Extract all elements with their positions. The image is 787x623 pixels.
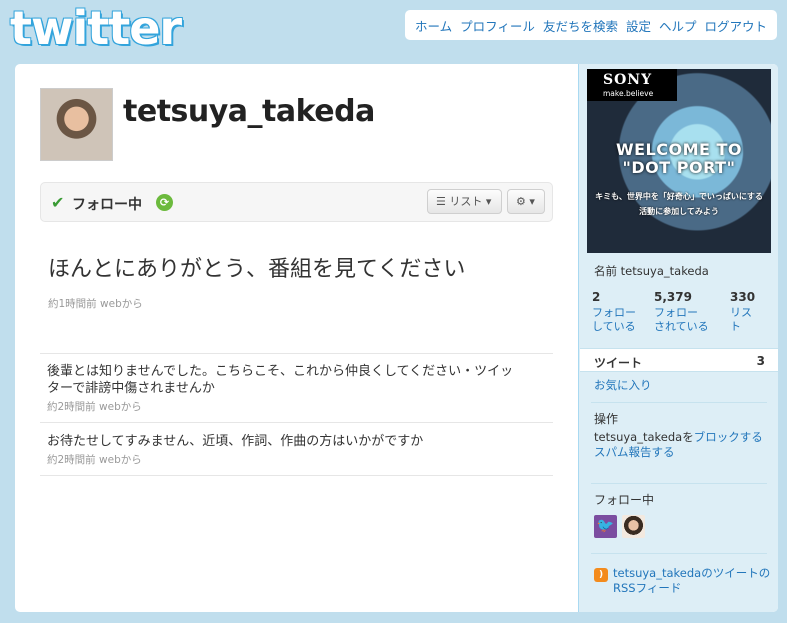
list-button-label: リスト: [449, 195, 483, 208]
profile-sidebar: SONY make.believe WELCOME TO "DOT PORT" …: [578, 64, 778, 612]
tweet-text: 後輩とは知りませんでした。こちらこそ、これから仲良くしてください・ツイッターで誹…: [47, 364, 514, 396]
stat-followers[interactable]: 5,379 フォロー されている: [654, 290, 712, 334]
list-icon: ☰: [436, 195, 446, 208]
ad-headline: WELCOME TO "DOT PORT": [587, 141, 771, 177]
favorites-link[interactable]: お気に入り: [594, 377, 652, 393]
ad-tagline: make.believe: [603, 89, 654, 98]
profile-avatar[interactable]: [40, 88, 113, 161]
stat-following[interactable]: 2 フォロー している: [592, 290, 636, 334]
main-container: tetsuya_takeda ✔ フォロー中 ⟳ ☰ リスト ▾ ⚙ ▾ ほんと…: [15, 64, 778, 612]
nav-logout[interactable]: ログアウト: [700, 16, 771, 35]
stat-label: フォロー している: [592, 306, 636, 333]
chevron-down-icon: ▾: [485, 195, 492, 208]
tweet-text: ほんとにありがとう、番組を見てください: [48, 257, 466, 282]
divider: [40, 353, 553, 354]
rss-icon[interactable]: ): [594, 568, 608, 582]
report-spam-link[interactable]: スパム報告する: [594, 445, 675, 459]
nav-help[interactable]: ヘルプ: [655, 16, 701, 35]
tweet-meta[interactable]: 約2時間前 webから: [47, 452, 517, 467]
tweets-label: ツイート: [594, 356, 643, 370]
actions-text: tetsuya_takedaを: [594, 430, 694, 444]
stat-number: 330: [730, 290, 756, 304]
ad-headline-line-2: "DOT PORT": [622, 158, 736, 177]
nav-find-people[interactable]: 友だちを検索: [539, 16, 622, 35]
divider: [591, 553, 767, 554]
profile-screen-name: tetsuya_takeda: [123, 94, 375, 129]
top-navigation: ホーム プロフィール 友だちを検索 設定 ヘルプ ログアウト: [405, 10, 777, 40]
divider: [591, 483, 767, 484]
stat-lists[interactable]: 330 リスト: [730, 290, 760, 334]
nav-profile[interactable]: プロフィール: [456, 16, 539, 35]
rss-feed-link[interactable]: tetsuya_takedaのツイートのRSSフィード: [613, 566, 773, 596]
tweet-meta[interactable]: 約1時間前 webから: [48, 296, 508, 311]
actions-heading: 操作: [594, 412, 619, 426]
following-heading: フォロー中: [594, 493, 655, 507]
sony-advertisement[interactable]: SONY make.believe WELCOME TO "DOT PORT" …: [587, 69, 771, 253]
nav-settings[interactable]: 設定: [622, 16, 655, 35]
actions-block: tetsuya_takedaをブロックする スパム報告する: [594, 430, 769, 460]
bird-avatar-icon[interactable]: 🐦: [594, 515, 617, 538]
chevron-down-icon: ▾: [529, 195, 535, 208]
latest-tweet: ほんとにありがとう、番組を見てください 約1時間前 webから: [48, 256, 508, 311]
list-button[interactable]: ☰ リスト ▾: [427, 189, 502, 214]
stat-number: 5,379: [654, 290, 692, 304]
check-icon: ✔: [51, 193, 65, 212]
stat-number: 2: [592, 290, 601, 304]
follow-status-bar: ✔ フォロー中 ⟳ ☰ リスト ▾ ⚙ ▾: [40, 182, 553, 222]
ad-copy-line-1: キミも、世界中を「好奇心」でいっぱいにする: [595, 192, 763, 201]
following-user-avatar[interactable]: [622, 515, 645, 538]
following-avatars: 🐦: [594, 515, 650, 538]
tweet-text: お待たせしてすみません、近頃、作詞、作曲の方はいかがですか: [47, 434, 424, 449]
divider: [40, 422, 553, 423]
stat-label: リスト: [730, 306, 752, 333]
tweets-count-row[interactable]: ツイート 3: [580, 348, 778, 372]
following-status-label: フォロー中: [72, 197, 142, 213]
tweet-item: お待たせしてすみません、近頃、作詞、作曲の方はいかがですか 約2時間前 webか…: [47, 433, 517, 467]
ad-brand: SONY: [603, 72, 653, 88]
profile-stats: 2 フォロー している 5,379 フォロー されている 330 リスト: [592, 290, 778, 334]
block-link[interactable]: ブロックする: [694, 430, 763, 444]
actions-menu-button[interactable]: ⚙ ▾: [507, 189, 545, 214]
divider: [40, 475, 553, 476]
nav-home[interactable]: ホーム: [411, 16, 456, 35]
tweet-meta[interactable]: 約2時間前 webから: [47, 399, 517, 414]
tweets-count: 3: [756, 354, 765, 368]
ad-copy-line-2: 活動に参加してみよう: [639, 207, 719, 216]
profile-content: tetsuya_takeda ✔ フォロー中 ⟳ ☰ リスト ▾ ⚙ ▾ ほんと…: [15, 64, 578, 612]
gear-icon: ⚙: [516, 195, 526, 208]
retweet-toggle-icon[interactable]: ⟳: [156, 194, 173, 211]
stat-label: フォロー されている: [654, 306, 709, 333]
ad-headline-line-1: WELCOME TO: [615, 140, 743, 159]
tweet-item: 後輩とは知りませんでした。こちらこそ、これから仲良くしてください・ツイッターで誹…: [47, 363, 517, 414]
sidebar-name: 名前 tetsuya_takeda: [594, 264, 709, 278]
twitter-logo[interactable]: twitter: [10, 4, 182, 52]
divider: [591, 402, 767, 403]
